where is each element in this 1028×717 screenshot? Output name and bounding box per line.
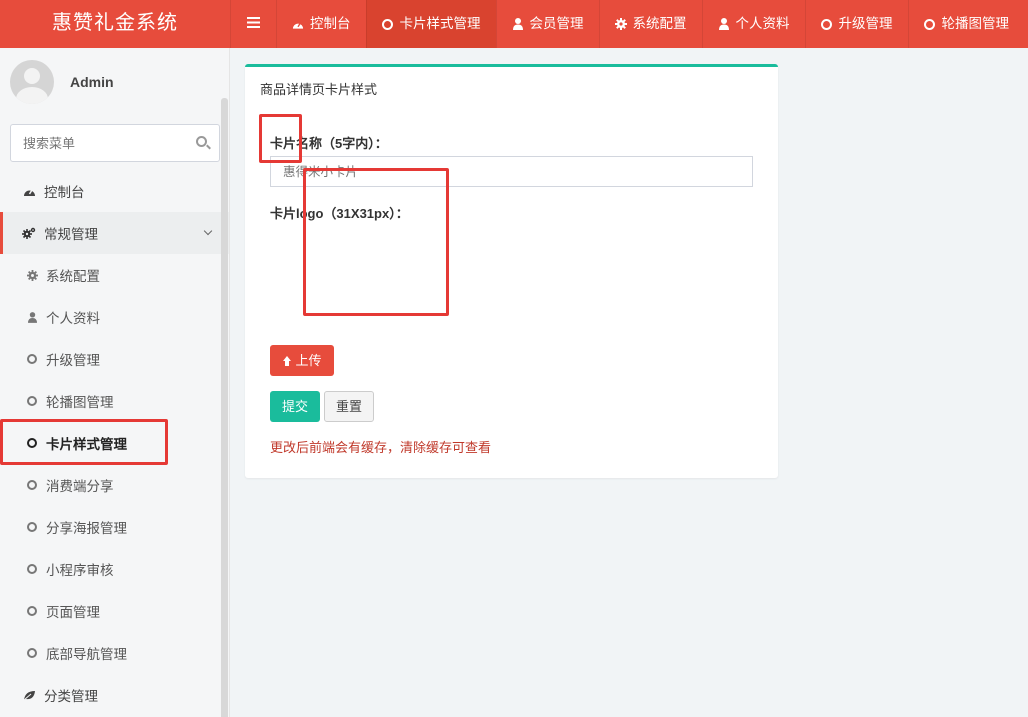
topnav-label: 会员管理 <box>529 16 584 31</box>
card-name-label: 卡片名称（5字内）： <box>270 136 388 151</box>
circle-icon <box>26 648 38 658</box>
topnav-label: 卡片样式管理 <box>399 16 481 31</box>
sidebar-toggle-button[interactable] <box>230 0 276 48</box>
topnav-label: 轮播图管理 <box>941 16 1010 31</box>
user-icon <box>26 311 38 323</box>
sidebar-item-label: 小程序审核 <box>46 563 114 578</box>
chevron-down-icon <box>203 226 213 236</box>
topnav-members[interactable]: 会员管理 <box>495 0 599 48</box>
sidebar-menu: 控制台 常规管理 系统配置 个人资料 升级管理 轮播图管理 卡片样式管理 消费端… <box>0 170 229 716</box>
sidebar-item-label: 控制台 <box>44 185 85 200</box>
top-nav: 控制台 卡片样式管理 会员管理 系统配置 个人资料 升级管理 轮播图管理 <box>230 0 1028 48</box>
topnav-label: 控制台 <box>310 16 351 31</box>
sidebar-item-label: 分享海报管理 <box>46 521 127 536</box>
dashboard-icon <box>22 186 36 197</box>
sidebar-item-bottom-nav[interactable]: 底部导航管理 <box>0 632 229 674</box>
topnav-profile[interactable]: 个人资料 <box>701 0 805 48</box>
sidebar-item-label: 底部导航管理 <box>46 647 127 662</box>
card-style-panel: 商品详情页卡片样式 卡片名称（5字内）： 卡片logo（31X31px）： 上传… <box>245 64 778 478</box>
sidebar-item-card-style[interactable]: 卡片样式管理 <box>0 422 229 464</box>
cache-warning: 更改后前端会有缓存，清除缓存可查看 <box>270 440 492 455</box>
sidebar-item-upgrade[interactable]: 升级管理 <box>0 338 229 380</box>
sidebar-item-system-config[interactable]: 系统配置 <box>0 254 229 296</box>
circle-icon <box>26 564 38 574</box>
gear-icon <box>614 18 627 30</box>
user-icon <box>512 18 524 30</box>
topnav-dashboard[interactable]: 控制台 <box>276 0 366 48</box>
sidebar-item-label: 页面管理 <box>46 605 100 620</box>
sidebar-item-share-poster[interactable]: 分享海报管理 <box>0 506 229 548</box>
sidebar-item-dashboard[interactable]: 控制台 <box>0 170 229 212</box>
topnav-label: 升级管理 <box>838 16 893 31</box>
sidebar-item-carousel[interactable]: 轮播图管理 <box>0 380 229 422</box>
search-icon[interactable] <box>196 136 207 147</box>
avatar <box>10 60 54 104</box>
circle-icon <box>26 606 38 616</box>
sidebar: Admin 控制台 常规管理 系统配置 <box>0 48 230 717</box>
sidebar-item-label: 个人资料 <box>46 311 100 326</box>
circle-icon <box>26 522 38 532</box>
user-panel: Admin <box>0 48 229 116</box>
topnav-label: 个人资料 <box>735 16 790 31</box>
sidebar-item-consumer-share[interactable]: 消费端分享 <box>0 464 229 506</box>
upload-icon <box>282 355 292 366</box>
hamburger-icon <box>247 0 260 48</box>
sidebar-item-miniprogram-review[interactable]: 小程序审核 <box>0 548 229 590</box>
dashboard-icon <box>292 18 304 30</box>
upload-label: 上传 <box>295 353 322 368</box>
circle-icon <box>26 396 38 406</box>
user-icon <box>718 18 730 30</box>
panel-title: 商品详情页卡片样式 <box>260 82 378 97</box>
leaf-icon <box>22 690 36 701</box>
sidebar-item-label: 系统配置 <box>46 269 100 284</box>
search-input[interactable] <box>11 125 181 161</box>
sidebar-item-pages[interactable]: 页面管理 <box>0 590 229 632</box>
top-navbar: 惠赞礼金系统 控制台 卡片样式管理 会员管理 系统配置 个人资料 升级管理 轮播… <box>0 0 1028 48</box>
topnav-card-style[interactable]: 卡片样式管理 <box>365 0 496 48</box>
circle-icon <box>821 18 833 30</box>
card-name-input[interactable] <box>270 156 753 187</box>
card-logo-label: 卡片logo（31X31px）： <box>270 206 409 221</box>
circle-icon <box>924 18 936 30</box>
gears-icon <box>22 227 36 239</box>
topnav-label: 系统配置 <box>632 16 687 31</box>
sidebar-item-category[interactable]: 分类管理 <box>0 674 229 716</box>
username: Admin <box>70 74 114 90</box>
app-logo[interactable]: 惠赞礼金系统 <box>0 0 230 48</box>
sidebar-item-label: 卡片样式管理 <box>46 437 127 452</box>
topnav-upgrade[interactable]: 升级管理 <box>804 0 908 48</box>
circle-icon <box>382 18 394 30</box>
topnav-system-config[interactable]: 系统配置 <box>598 0 702 48</box>
submit-button[interactable]: 提交 <box>270 391 320 422</box>
menu-search <box>10 124 220 162</box>
reset-button[interactable]: 重置 <box>324 391 374 422</box>
circle-icon <box>26 480 38 490</box>
sidebar-item-label: 轮播图管理 <box>46 395 114 410</box>
sidebar-group-general[interactable]: 常规管理 <box>0 212 229 254</box>
sidebar-item-label: 常规管理 <box>44 227 98 242</box>
circle-icon <box>26 438 38 448</box>
topnav-carousel[interactable]: 轮播图管理 <box>907 0 1025 48</box>
upload-button[interactable]: 上传 <box>270 345 334 376</box>
sidebar-item-profile[interactable]: 个人资料 <box>0 296 229 338</box>
sidebar-scrollbar[interactable] <box>221 98 228 717</box>
sidebar-item-label: 消费端分享 <box>46 479 114 494</box>
sidebar-item-label: 升级管理 <box>46 353 100 368</box>
sidebar-item-label: 分类管理 <box>44 689 98 704</box>
gear-icon <box>26 269 38 281</box>
circle-icon <box>26 354 38 364</box>
